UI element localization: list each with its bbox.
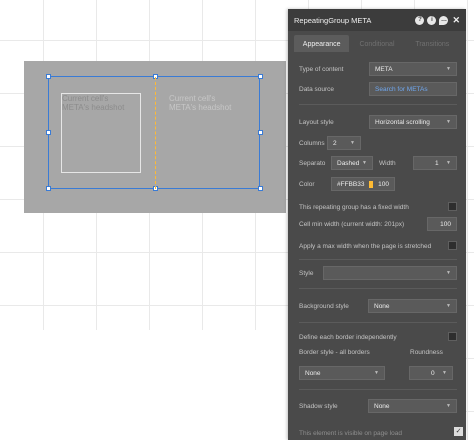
- separator-label: Separato: [299, 159, 326, 167]
- layout-style-label: Layout style: [299, 118, 334, 126]
- max-width-checkbox[interactable]: [448, 241, 457, 250]
- style-label: Style: [299, 269, 314, 277]
- columns-select[interactable]: 2 ▼: [327, 136, 361, 150]
- border-independent-label: Define each border independently: [299, 333, 397, 341]
- type-of-content-row: Type of content META ▼: [299, 62, 457, 76]
- property-editor-panel: RepeatingGroup META ? i … ✕ Appearance C…: [288, 9, 466, 440]
- roundness-value: 0: [431, 369, 435, 377]
- separator-width-select[interactable]: 1 ▼: [413, 156, 457, 170]
- fixed-width-row: This repeating group has a fixed width: [299, 201, 457, 213]
- color-swatch[interactable]: [369, 180, 374, 188]
- panel-title: RepeatingGroup META: [294, 15, 372, 25]
- comment-icon[interactable]: …: [439, 15, 449, 25]
- divider: [299, 104, 457, 105]
- border-independent-row: Define each border independently: [299, 331, 457, 343]
- resize-handle-top-left[interactable]: [46, 74, 51, 79]
- color-hex-value: #FFBB33: [337, 180, 365, 188]
- chevron-down-icon: ▼: [374, 370, 379, 376]
- shadow-style-label: Shadow style: [299, 402, 338, 410]
- visible-on-load-label: This element is visible on page load: [299, 429, 402, 437]
- resize-handle-right[interactable]: [258, 130, 263, 135]
- panel-header[interactable]: RepeatingGroup META ? i … ✕: [288, 9, 466, 31]
- divider: [299, 389, 457, 390]
- roundness-label: Roundness: [410, 349, 443, 356]
- color-opacity-value: 100: [378, 180, 389, 188]
- cell-min-width-input[interactable]: 100: [427, 217, 457, 231]
- columns-label: Columns: [299, 139, 325, 147]
- type-of-content-value: META: [375, 65, 393, 73]
- chevron-down-icon: ▼: [350, 140, 355, 146]
- max-width-label: Apply a max width when the page is stret…: [299, 242, 432, 250]
- fixed-width-checkbox[interactable]: [448, 202, 457, 211]
- tab-appearance[interactable]: Appearance: [294, 35, 350, 52]
- background-style-label: Background style: [299, 302, 349, 310]
- background-style-select[interactable]: None ▼: [368, 299, 457, 313]
- layout-style-row: Layout style Horizontal scrolling ▼: [299, 115, 457, 129]
- separator-style-select[interactable]: Dashed ▼: [331, 156, 373, 170]
- border-style-select[interactable]: None ▼: [299, 366, 385, 380]
- cell-min-width-row: Cell min width (current width: 201px) 10…: [299, 217, 457, 231]
- max-width-row: Apply a max width when the page is stret…: [299, 240, 457, 252]
- layout-style-value: Horizontal scrolling: [375, 118, 430, 126]
- style-select[interactable]: ▼: [323, 266, 457, 280]
- tab-conditional[interactable]: Conditional: [349, 35, 404, 52]
- layout-style-select[interactable]: Horizontal scrolling ▼: [369, 115, 457, 129]
- close-icon[interactable]: ✕: [452, 15, 460, 26]
- border-independent-checkbox[interactable]: [448, 332, 457, 341]
- separator-width-label: Width: [379, 159, 396, 167]
- separator-width-value: 1: [435, 159, 439, 167]
- resize-handle-bottom-left[interactable]: [46, 186, 51, 191]
- shadow-style-select[interactable]: None ▼: [368, 399, 457, 413]
- border-style-value: None: [305, 369, 321, 377]
- chevron-down-icon: ▼: [442, 370, 447, 376]
- shadow-style-row: Shadow style None ▼: [299, 399, 457, 413]
- columns-value: 2: [333, 139, 337, 147]
- info-icon[interactable]: i: [427, 15, 437, 25]
- data-source-label: Data source: [299, 85, 335, 93]
- type-of-content-select[interactable]: META ▼: [369, 62, 457, 76]
- border-controls-row: None ▼ 0 ▼: [299, 366, 457, 380]
- visible-on-load-checkbox[interactable]: ✓: [454, 427, 463, 436]
- help-icon[interactable]: ?: [415, 15, 425, 25]
- chevron-down-icon: ▼: [446, 66, 451, 72]
- style-row: Style ▼: [299, 266, 457, 280]
- color-label: Color: [299, 180, 315, 188]
- divider: [299, 259, 457, 260]
- separator-style-value: Dashed: [337, 159, 360, 167]
- chevron-down-icon: ▼: [446, 119, 451, 125]
- panel-tabs: Appearance Conditional Transitions: [288, 31, 466, 52]
- columns-row: Columns 2 ▼: [299, 136, 457, 150]
- shadow-style-value: None: [374, 402, 390, 410]
- background-style-row: Background style None ▼: [299, 299, 457, 313]
- tab-transitions[interactable]: Transitions: [405, 35, 460, 52]
- chevron-down-icon: ▼: [446, 403, 451, 409]
- fixed-width-label: This repeating group has a fixed width: [299, 203, 409, 211]
- border-labels-row: Border style - all borders Roundness: [299, 349, 457, 356]
- repeating-group-element[interactable]: Current cell's META's headshot Current c…: [24, 61, 286, 213]
- resize-handle-top-right[interactable]: [258, 74, 263, 79]
- cell-separator-line: [155, 77, 156, 189]
- divider: [299, 288, 457, 289]
- chevron-down-icon: ▼: [446, 160, 451, 166]
- cell-image-label: Current cell's META's headshot: [62, 94, 125, 112]
- canvas-empty-area: [0, 330, 290, 440]
- data-source-row: Data source Search for METAs: [299, 82, 457, 96]
- chevron-down-icon: ▼: [362, 160, 367, 166]
- cell-image-label-ghost: Current cell's META's headshot: [169, 94, 232, 112]
- resize-handle-left[interactable]: [46, 130, 51, 135]
- chevron-down-icon: ▼: [446, 303, 451, 309]
- roundness-select[interactable]: 0 ▼: [409, 366, 453, 380]
- divider: [299, 322, 457, 323]
- resize-handle-bottom-right[interactable]: [258, 186, 263, 191]
- data-source-field[interactable]: Search for METAs: [369, 82, 457, 96]
- type-of-content-label: Type of content: [299, 65, 344, 73]
- visible-on-load-row: This element is visible on page load: [299, 427, 457, 439]
- color-row: Color #FFBB33 100: [299, 177, 457, 191]
- chevron-down-icon: ▼: [446, 270, 451, 276]
- background-style-value: None: [374, 302, 390, 310]
- border-style-label: Border style - all borders: [299, 349, 370, 356]
- cell-min-width-label: Cell min width (current width: 201px): [299, 220, 405, 228]
- separator-row: Separato Dashed ▼ Width 1 ▼: [299, 156, 457, 170]
- color-picker[interactable]: #FFBB33 100: [331, 177, 395, 191]
